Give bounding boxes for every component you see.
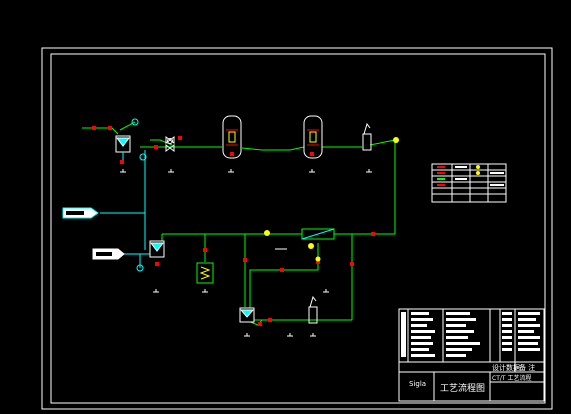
title-block-logo: Sigla bbox=[409, 380, 426, 388]
feed-cylinder-upper bbox=[62, 207, 99, 219]
feed-cylinder-lower bbox=[92, 248, 125, 260]
title-block-label-remarks: 备 注 bbox=[519, 363, 535, 372]
separator-drum bbox=[149, 240, 165, 258]
project-line: CT/T 工艺流程 bbox=[492, 374, 531, 382]
pump-drum bbox=[239, 307, 255, 323]
legend-table bbox=[431, 163, 507, 203]
title-block-label-design: 设计数据 bbox=[492, 363, 520, 372]
title-block: 设计数据 备 注 Sigla 工艺流程图 CT/T 工艺流程 bbox=[398, 308, 545, 402]
process-flow-drawing: 设计数据 备 注 Sigla 工艺流程图 CT/T 工艺流程 bbox=[0, 0, 571, 414]
drawing-title: 工艺流程图 bbox=[440, 382, 485, 394]
